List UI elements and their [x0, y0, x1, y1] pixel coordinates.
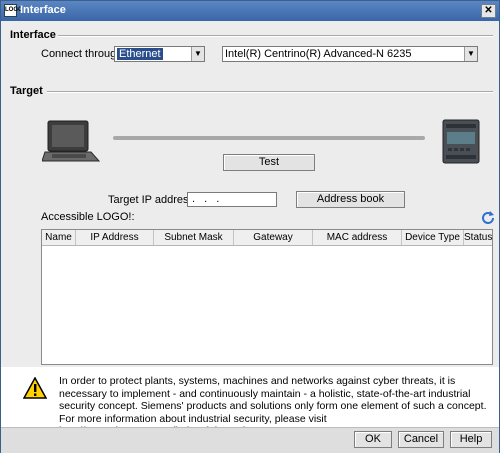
address-book-button[interactable]: Address book — [296, 191, 405, 208]
window-title: Interface — [20, 4, 66, 16]
close-icon[interactable]: ✕ — [481, 4, 496, 18]
network-adapter-value: Intel(R) Centrino(R) Advanced-N 6235 — [225, 48, 412, 60]
accessible-devices-table[interactable]: Name IP Address Subnet Mask Gateway MAC … — [41, 229, 493, 365]
column-header-subnet-mask[interactable]: Subnet Mask — [154, 230, 234, 245]
column-header-mac-address[interactable]: MAC address — [313, 230, 402, 245]
help-button[interactable]: Help — [450, 431, 492, 448]
target-ip-label: Target IP address: — [108, 194, 198, 206]
dialog-footer: OK Cancel Help — [1, 427, 499, 453]
ok-button[interactable]: OK — [354, 431, 392, 448]
app-logo-icon: LOGO — [4, 4, 23, 17]
title-bar: LOGO Interface ✕ — [1, 1, 499, 21]
column-header-gateway[interactable]: Gateway — [234, 230, 313, 245]
target-ip-input[interactable]: . . . — [187, 192, 277, 207]
target-divider — [47, 91, 493, 93]
connect-through-combo[interactable]: Ethernet ▼ — [114, 46, 205, 62]
interface-section-title: Interface — [10, 29, 56, 41]
logo-device-icon — [442, 119, 480, 164]
network-adapter-combo[interactable]: Intel(R) Centrino(R) Advanced-N 6235 ▼ — [222, 46, 478, 62]
connection-line — [113, 136, 425, 140]
target-section-title: Target — [10, 85, 43, 97]
connect-through-label: Connect through: — [41, 48, 126, 60]
accessible-logo-label: Accessible LOGO!: — [41, 211, 135, 223]
interface-divider — [58, 35, 493, 37]
laptop-icon — [42, 120, 101, 162]
warning-icon — [23, 377, 47, 399]
column-header-name[interactable]: Name — [42, 230, 76, 245]
connect-through-value: Ethernet — [117, 48, 163, 60]
table-header: Name IP Address Subnet Mask Gateway MAC … — [42, 230, 492, 246]
interface-dialog: LOGO Interface ✕ Interface Connect throu… — [0, 0, 500, 453]
chevron-down-icon[interactable]: ▼ — [464, 47, 477, 61]
chevron-down-icon[interactable]: ▼ — [191, 47, 204, 61]
test-button[interactable]: Test — [223, 154, 315, 171]
column-header-ip-address[interactable]: IP Address — [76, 230, 154, 245]
cancel-button[interactable]: Cancel — [398, 431, 444, 448]
column-header-device-type[interactable]: Device Type — [402, 230, 464, 245]
security-warning-panel: In order to protect plants, systems, mac… — [1, 367, 499, 437]
column-header-status[interactable]: Status — [464, 230, 492, 245]
refresh-icon[interactable] — [481, 210, 495, 224]
